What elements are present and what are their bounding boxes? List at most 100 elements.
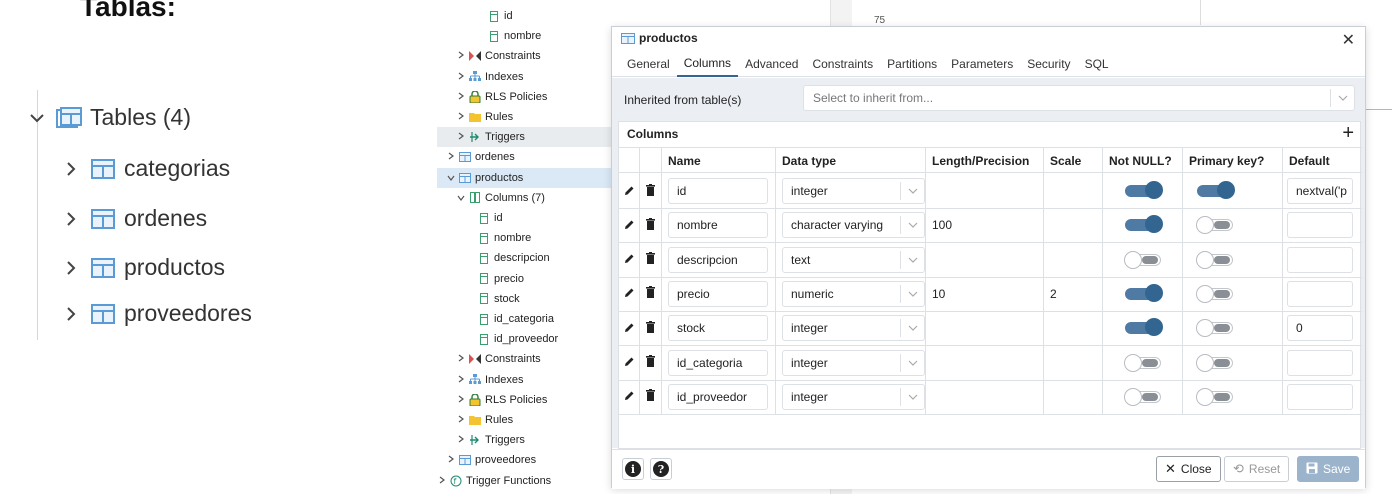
tree-node[interactable]: nombre xyxy=(437,26,615,46)
primary-key-toggle[interactable] xyxy=(1196,319,1233,338)
column-name-input[interactable]: nombre xyxy=(668,212,768,239)
length-precision-cell[interactable]: 100 xyxy=(925,208,1043,243)
column-name-input[interactable]: id xyxy=(668,178,768,204)
length-precision-cell[interactable] xyxy=(925,242,1043,277)
tree-node[interactable]: nombre xyxy=(437,228,615,248)
scale-cell[interactable] xyxy=(1043,174,1102,208)
tree-node[interactable]: Triggers xyxy=(437,430,615,450)
edit-row-button[interactable] xyxy=(619,346,639,380)
chevron-right-icon[interactable] xyxy=(456,51,466,61)
delete-row-button[interactable] xyxy=(639,242,661,277)
primary-key-toggle[interactable] xyxy=(1196,216,1233,235)
chevron-down-icon[interactable] xyxy=(446,173,456,183)
not-null-toggle[interactable] xyxy=(1124,181,1163,199)
chevron-right-icon[interactable] xyxy=(456,112,466,122)
tree-node[interactable]: Triggers xyxy=(437,127,615,148)
tree-node[interactable]: Columns (7) xyxy=(437,188,615,208)
tree-node[interactable]: id xyxy=(437,6,615,26)
not-null-toggle[interactable] xyxy=(1123,250,1161,269)
data-type-select[interactable]: numeric xyxy=(782,280,925,307)
inherit-from-select[interactable]: Select to inherit from... xyxy=(803,85,1355,111)
edit-row-button[interactable] xyxy=(619,174,639,208)
tab-general[interactable]: General xyxy=(620,51,677,77)
edit-row-button[interactable] xyxy=(619,277,639,311)
chevron-right-icon[interactable] xyxy=(456,375,466,385)
not-null-toggle[interactable] xyxy=(1124,283,1163,302)
reset-button[interactable]: ⟲ Reset xyxy=(1224,456,1290,482)
tree-node[interactable]: Rules xyxy=(437,410,615,430)
not-null-toggle[interactable] xyxy=(1123,387,1161,406)
delete-row-button[interactable] xyxy=(639,379,661,414)
not-null-toggle[interactable] xyxy=(1124,318,1163,337)
length-precision-cell[interactable] xyxy=(925,379,1043,414)
chevron-down-icon[interactable] xyxy=(456,193,466,203)
chevron-right-icon[interactable] xyxy=(437,476,447,486)
edit-row-button[interactable] xyxy=(619,311,639,345)
not-null-toggle[interactable] xyxy=(1124,215,1163,234)
tree-node[interactable]: Constraints xyxy=(437,46,615,66)
length-precision-cell[interactable] xyxy=(925,174,1043,208)
delete-row-button[interactable] xyxy=(639,276,661,311)
table-node[interactable]: proveedores xyxy=(60,300,252,327)
close-icon[interactable]: ✕ xyxy=(1342,30,1355,50)
edit-row-button[interactable] xyxy=(619,208,639,242)
info-button[interactable]: i xyxy=(622,458,644,480)
scale-cell[interactable] xyxy=(1043,242,1102,277)
tree-node[interactable]: id_proveedor xyxy=(437,329,615,349)
tree-node[interactable]: precio xyxy=(437,269,615,289)
edit-row-button[interactable] xyxy=(619,380,639,414)
primary-key-toggle[interactable] xyxy=(1197,181,1235,199)
tree-node[interactable]: RLS Policies xyxy=(437,390,615,410)
data-type-select[interactable]: integer xyxy=(782,349,925,376)
default-value-input[interactable] xyxy=(1287,383,1353,410)
length-precision-cell[interactable] xyxy=(925,345,1043,380)
tree-node[interactable]: id_categoria xyxy=(437,309,615,329)
add-column-button[interactable]: + xyxy=(1342,122,1354,145)
tables-node[interactable]: Tables (4) xyxy=(26,104,191,131)
edit-row-button[interactable] xyxy=(619,243,639,277)
chevron-right-icon[interactable] xyxy=(456,92,466,102)
save-button[interactable]: Save xyxy=(1297,456,1360,482)
data-type-select[interactable]: text xyxy=(782,246,925,273)
length-precision-cell[interactable] xyxy=(925,311,1043,346)
tree-node[interactable]: proveedores xyxy=(437,450,615,470)
data-type-select[interactable]: character varying xyxy=(782,212,925,239)
default-value-input[interactable]: nextval('p xyxy=(1287,178,1353,204)
data-type-select[interactable]: integer xyxy=(782,383,925,410)
tree-node[interactable]: Indexes xyxy=(437,370,615,390)
primary-key-toggle[interactable] xyxy=(1196,353,1233,372)
chevron-right-icon[interactable] xyxy=(456,132,466,142)
primary-key-toggle[interactable] xyxy=(1196,284,1233,303)
tab-security[interactable]: Security xyxy=(1020,51,1077,77)
tab-parameters[interactable]: Parameters xyxy=(944,51,1020,77)
tab-constraints[interactable]: Constraints xyxy=(805,51,880,77)
primary-key-toggle[interactable] xyxy=(1196,250,1233,269)
help-button[interactable]: ? xyxy=(650,458,672,480)
data-type-select[interactable]: integer xyxy=(782,315,925,342)
default-value-input[interactable] xyxy=(1287,246,1353,273)
chevron-right-icon[interactable] xyxy=(456,354,466,364)
tree-node[interactable]: id xyxy=(437,208,615,228)
dialog-title-bar[interactable]: productos xyxy=(612,27,1365,49)
length-precision-cell[interactable]: 10 xyxy=(925,276,1043,311)
tab-sql[interactable]: SQL xyxy=(1078,51,1116,77)
column-name-input[interactable]: descripcion xyxy=(668,246,768,273)
tab-advanced[interactable]: Advanced xyxy=(738,51,805,77)
chevron-right-icon[interactable] xyxy=(446,152,456,162)
scale-cell[interactable]: 2 xyxy=(1043,276,1102,311)
primary-key-toggle[interactable] xyxy=(1196,387,1233,406)
scale-cell[interactable] xyxy=(1043,208,1102,243)
chevron-right-icon[interactable] xyxy=(456,415,466,425)
column-name-input[interactable]: id_categoria xyxy=(668,349,768,376)
tree-node[interactable]: ordenes xyxy=(437,147,615,167)
delete-row-button[interactable] xyxy=(639,311,661,346)
column-name-input[interactable]: id_proveedor xyxy=(668,383,768,410)
default-value-input[interactable] xyxy=(1287,349,1353,376)
tab-partitions[interactable]: Partitions xyxy=(880,51,944,77)
delete-row-button[interactable] xyxy=(639,174,661,208)
default-value-input[interactable] xyxy=(1287,212,1353,239)
tree-node[interactable]: Indexes xyxy=(437,67,615,87)
scale-cell[interactable] xyxy=(1043,311,1102,346)
tree-node[interactable]: f Trigger Functions xyxy=(437,471,615,491)
not-null-toggle[interactable] xyxy=(1123,353,1161,372)
